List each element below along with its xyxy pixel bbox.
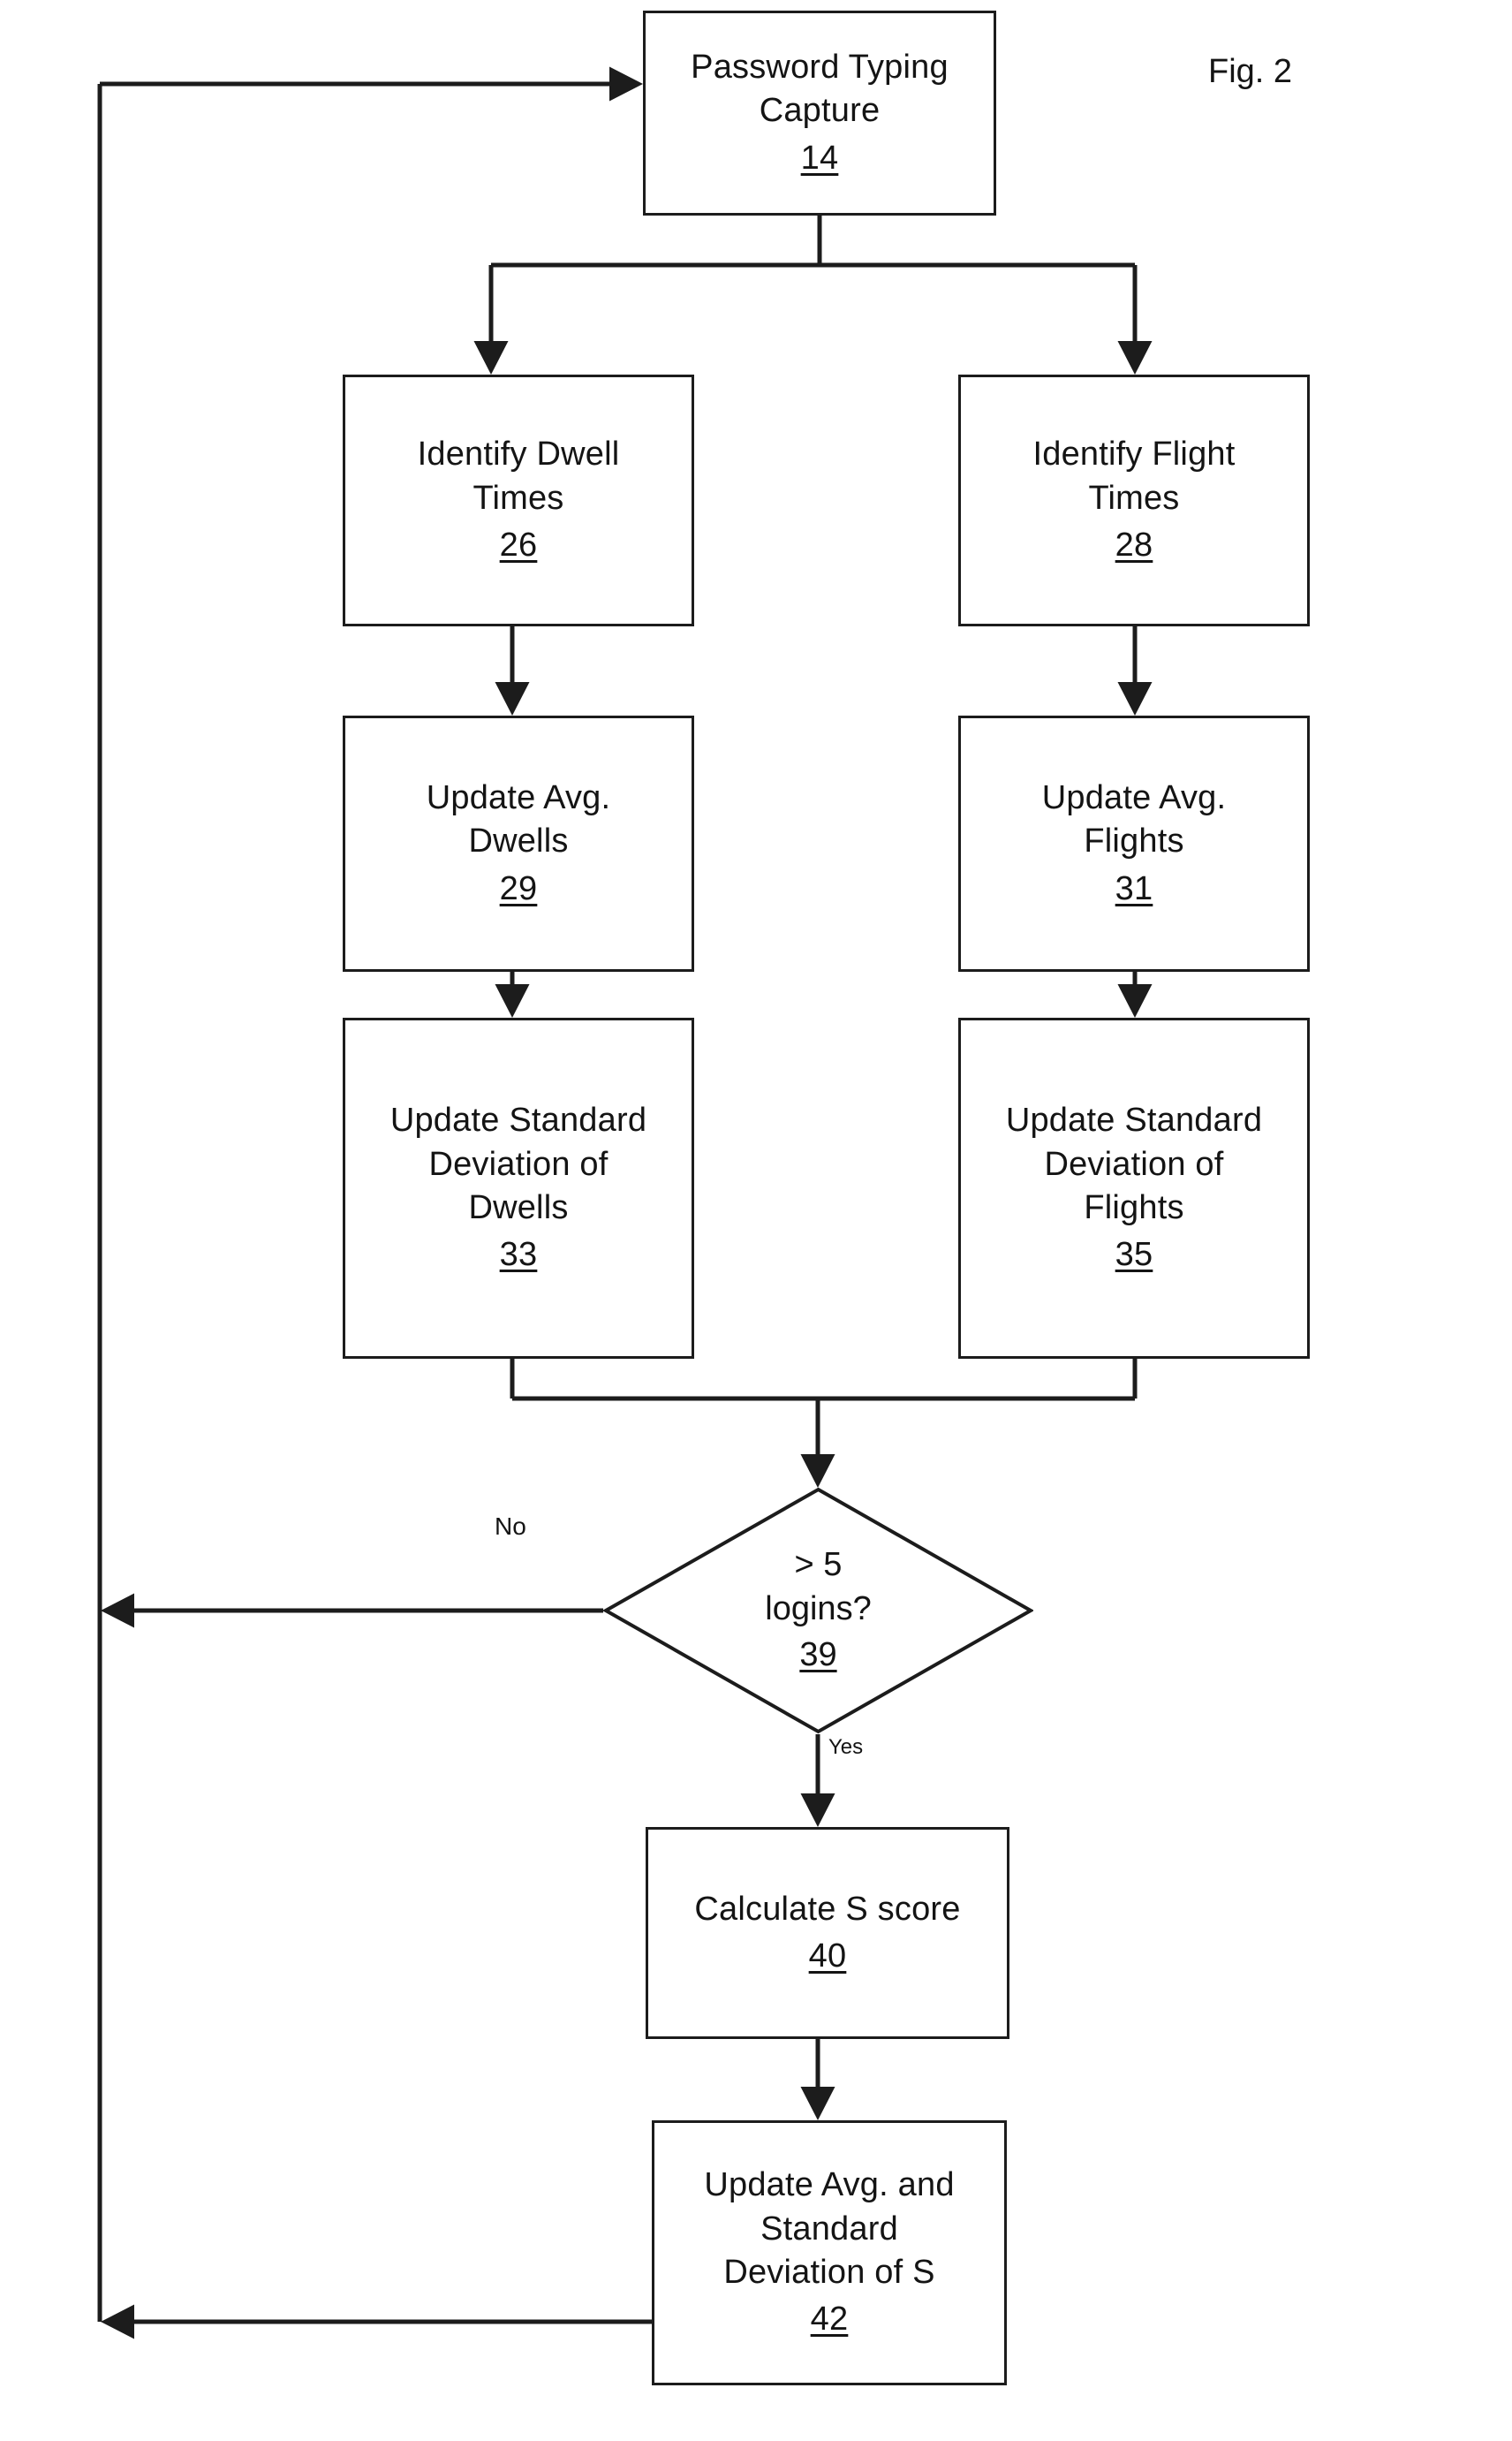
edge-label-yes: Yes <box>828 1735 864 1759</box>
node-label-line: Update Standard <box>1005 1102 1263 1140</box>
node-label-line: Calculate S score <box>694 1890 961 1928</box>
figure-canvas: Fig. 2 Password Typing Capture 14 Identi… <box>0 0 1512 2441</box>
figure-caption: Fig. 2 <box>1208 53 1293 90</box>
node-label-line: Deviation of <box>1044 1145 1224 1183</box>
node-update-avg-flights[interactable]: Update Avg. Flights 31 <box>958 716 1310 972</box>
node-label-line: Update Avg. <box>426 778 611 816</box>
node-update-std-dev-dwells[interactable]: Update Standard Deviation of Dwells 33 <box>343 1018 694 1359</box>
node-reference-number: 39 <box>799 1636 837 1674</box>
node-label-line: Identify Dwell <box>417 436 620 474</box>
decision-label: > 5 logins? 39 <box>765 1543 871 1679</box>
node-label-line: Deviation of S <box>723 2254 935 2291</box>
node-update-avg-std-dev-s[interactable]: Update Avg. and Standard Deviation of S … <box>652 2120 1007 2385</box>
node-reference-number: 40 <box>808 1937 847 1975</box>
node-identify-flight-times[interactable]: Identify Flight Times 28 <box>958 375 1310 626</box>
node-identify-dwell-times[interactable]: Identify Dwell Times 26 <box>343 375 694 626</box>
node-label-line: Dwells <box>468 823 569 860</box>
node-reference-number: 28 <box>1115 527 1153 565</box>
node-label-line: Capture <box>759 92 881 130</box>
node-label-line: Update Avg. and <box>704 2166 955 2204</box>
node-reference-number: 31 <box>1115 869 1153 907</box>
node-reference-number: 33 <box>499 1236 538 1274</box>
node-label-line: Standard <box>760 2210 898 2248</box>
node-password-typing-capture[interactable]: Password Typing Capture 14 <box>643 11 996 216</box>
node-label-line: Times <box>1088 479 1180 517</box>
node-label-line: Flights <box>1084 823 1184 860</box>
node-reference-number: 26 <box>499 527 538 565</box>
node-reference-number: 35 <box>1115 1236 1153 1274</box>
node-label-line: Flights <box>1084 1189 1184 1226</box>
node-label-line: Dwells <box>468 1189 569 1226</box>
node-reference-number: 42 <box>810 2301 849 2339</box>
node-label-line: Times <box>472 479 564 517</box>
node-update-std-dev-flights[interactable]: Update Standard Deviation of Flights 35 <box>958 1018 1310 1359</box>
node-label-line: Update Avg. <box>1041 778 1227 816</box>
node-calculate-s-score[interactable]: Calculate S score 40 <box>646 1827 1009 2039</box>
node-label-line: Password Typing <box>691 48 949 86</box>
node-label-line: Deviation of <box>428 1145 609 1183</box>
node-update-avg-dwells[interactable]: Update Avg. Dwells 29 <box>343 716 694 972</box>
edge-label-no: No <box>495 1512 526 1540</box>
node-label-line: Identify Flight <box>1032 436 1236 474</box>
node-reference-number: 29 <box>499 869 538 907</box>
node-label-line: logins? <box>765 1589 872 1627</box>
node-more-than-5-logins[interactable]: > 5 logins? 39 <box>603 1487 1033 1734</box>
node-label-line: Update Standard <box>389 1102 647 1140</box>
node-reference-number: 14 <box>800 139 839 177</box>
node-label-line: > 5 <box>794 1545 843 1583</box>
